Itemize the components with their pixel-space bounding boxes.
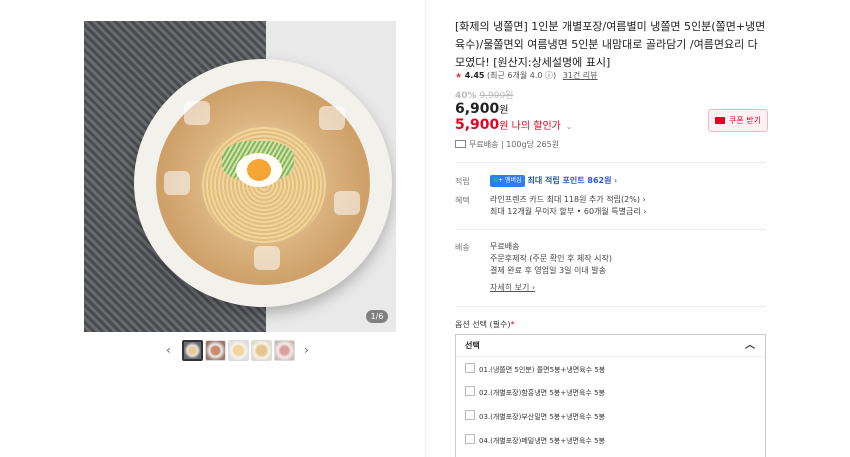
price-row: 6,900원 xyxy=(455,101,509,117)
rating-score: 4.45 xyxy=(464,71,485,80)
checkbox-icon[interactable] xyxy=(465,434,475,444)
option-label: 옵션 선택 (필수)* xyxy=(455,320,515,329)
delivery-line-2: 주문후제작 (주문 확인 후 제작 시작) xyxy=(490,254,612,263)
coupon-label: 쿠폰 받기 xyxy=(729,116,761,125)
points-label: 적립 xyxy=(455,177,470,186)
thumbnail-2[interactable] xyxy=(205,340,226,361)
ice-cube xyxy=(254,246,280,270)
price-unit: 원 xyxy=(499,105,509,116)
delivery-details-link[interactable]: 자세히 보기 › xyxy=(490,282,535,294)
ice-cube xyxy=(319,106,345,130)
card-benefit[interactable]: 라인프렌즈 카드 최대 118원 추가 적립(2%) › xyxy=(490,194,646,206)
checkbox-icon[interactable] xyxy=(465,410,475,420)
option-select-placeholder: 선택 xyxy=(465,341,480,350)
divider-line xyxy=(455,229,766,230)
ice-cube xyxy=(164,171,190,195)
points-row[interactable]: N+ 멤버십 최대 적립 포인트 862원 › xyxy=(490,175,617,187)
thumbnail-3[interactable] xyxy=(228,340,249,361)
thumbnail-4[interactable] xyxy=(251,340,272,361)
installment-benefit[interactable]: 최대 12개월 무이자 할부 • 60개월 특별금리 › xyxy=(490,206,646,218)
star-icon: ★ xyxy=(455,71,463,80)
thumbnail-next-icon[interactable]: › xyxy=(304,343,309,357)
option-item[interactable]: 04.(개별포장)메밀냉면 5봉+냉면육수 5봉 xyxy=(465,434,605,446)
thumbnail-5[interactable] xyxy=(274,340,295,361)
image-counter: 1/6 xyxy=(366,310,388,323)
coupon-button[interactable]: 쿠폰 받기 xyxy=(708,109,768,132)
coupon-icon xyxy=(715,117,725,124)
membership-badge: N+ 멤버십 xyxy=(490,175,525,187)
ice-cube xyxy=(334,191,360,215)
option-select[interactable]: 선택 ︿ 01.(냉쫄면 5인분) 쫄면5봉+냉면육수 5봉 02.(개별포장)… xyxy=(455,334,766,457)
rating-note[interactable]: (최근 6개월 4.0 ⓘ) xyxy=(487,71,556,80)
card-label: 혜택 xyxy=(455,196,470,205)
column-divider xyxy=(425,0,426,457)
sale-price-label: 나의 할인가 xyxy=(508,121,561,132)
truck-icon xyxy=(455,140,466,148)
option-item[interactable]: 01.(냉쫄면 5인분) 쫄면5봉+냉면육수 5봉 xyxy=(465,363,605,375)
sale-price-value: 5,900 xyxy=(455,117,500,133)
original-price: 9,900원 xyxy=(479,91,514,101)
delivery-label: 배송 xyxy=(455,243,470,252)
sale-price-unit: 원 xyxy=(499,121,509,132)
points-text: 최대 적립 포인트 xyxy=(527,176,588,185)
discount-row: 40% 9,900원 xyxy=(455,88,513,101)
chevron-down-icon: ⌄ xyxy=(565,122,573,131)
points-value: 862원 xyxy=(587,176,612,185)
delivery-line-3: 결제 완료 후 영업일 3일 이내 발송 xyxy=(490,266,607,275)
thumbnail-strip: ‹ › xyxy=(166,340,316,362)
required-mark: * xyxy=(510,320,515,329)
option-select-header[interactable]: 선택 ︿ xyxy=(456,335,765,357)
option-item[interactable]: 02.(개별포장)함흥냉면 5봉+냉면육수 5봉 xyxy=(465,386,605,398)
checkbox-icon[interactable] xyxy=(465,386,475,396)
thumbnail-prev-icon[interactable]: ‹ xyxy=(166,343,171,357)
rating-row: ★ 4.45 (최근 6개월 4.0 ⓘ) 31건 리뷰 xyxy=(455,70,598,81)
product-main-image[interactable] xyxy=(84,21,396,332)
sale-price-row[interactable]: 5,900원 나의 할인가 ⌄ xyxy=(455,117,572,133)
thumbnail-1[interactable] xyxy=(182,340,203,361)
delivery-line-1: 무료배송 xyxy=(490,242,520,251)
price-value: 6,900 xyxy=(455,101,500,117)
discount-percent: 40% xyxy=(455,91,477,101)
egg-yolk xyxy=(247,159,271,181)
shipping-info: 무료배송 | 100g당 265원 xyxy=(455,139,559,150)
chevron-right-icon: › xyxy=(611,176,618,185)
chevron-up-icon[interactable]: ︿ xyxy=(745,335,755,357)
ice-cube xyxy=(184,101,210,125)
checkbox-icon[interactable] xyxy=(465,363,475,373)
divider-line xyxy=(455,306,766,307)
product-title: [화제의 냉쫄면] 1인분 개별포장/여름별미 냉쫄면 5인분(쫄면+냉면육수)… xyxy=(455,20,766,69)
shipping-info-text: 무료배송 | 100g당 265원 xyxy=(469,140,560,149)
review-link[interactable]: 31건 리뷰 xyxy=(563,71,598,80)
option-item[interactable]: 03.(개별포장)부산밀면 5봉+냉면육수 5봉 xyxy=(465,410,605,422)
divider-line xyxy=(455,162,766,163)
